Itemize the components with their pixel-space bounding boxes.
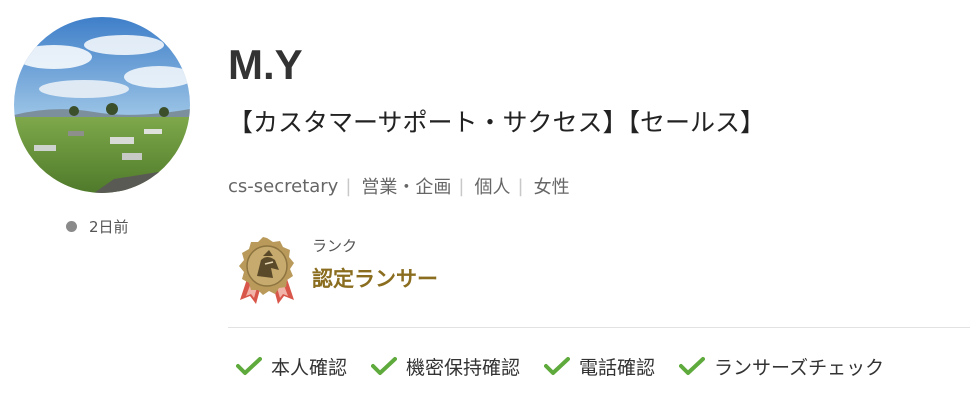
last-login-status: 2日前 [66, 215, 129, 237]
verification-label: ランサーズチェック [714, 356, 885, 379]
meta-gender: 女性 [533, 177, 570, 198]
verification-nda: 機密保持確認 [371, 353, 520, 380]
verification-list: 本人確認 機密保持確認 電話確認 ランサーズチェック [236, 350, 884, 382]
verification-label: 電話確認 [579, 356, 656, 379]
check-icon [679, 357, 706, 375]
rank-label: ランク [312, 237, 358, 255]
verification-identity: 本人確認 [236, 353, 347, 380]
rank-value: 認定ランサー [312, 267, 438, 291]
divider [228, 327, 970, 328]
profile-catchphrase: 【カスタマーサポート・サクセス】【セールス】 [228, 108, 766, 137]
check-icon [544, 357, 571, 375]
meta-occupation: 営業・企画 [361, 177, 452, 198]
verification-lancers-check: ランサーズチェック [679, 353, 884, 380]
verification-label: 本人確認 [271, 356, 348, 379]
meta-separator: | [517, 175, 524, 197]
check-icon [236, 357, 262, 375]
meta-type: 個人 [474, 177, 511, 198]
check-icon [371, 357, 398, 375]
profile-name: M.Y [228, 41, 303, 88]
verification-phone: 電話確認 [544, 353, 655, 380]
avatar [14, 17, 190, 193]
meta-separator: | [458, 175, 465, 197]
last-login-text: 2日前 [89, 217, 129, 236]
status-dot-icon [66, 220, 77, 232]
rank-badge-icon [236, 236, 298, 306]
profile-meta: cs-secretary | 営業・企画 | 個人 | 女性 [228, 171, 570, 201]
meta-username: cs-secretary [228, 175, 339, 197]
verification-label: 機密保持確認 [406, 356, 521, 379]
meta-separator: | [345, 175, 352, 197]
